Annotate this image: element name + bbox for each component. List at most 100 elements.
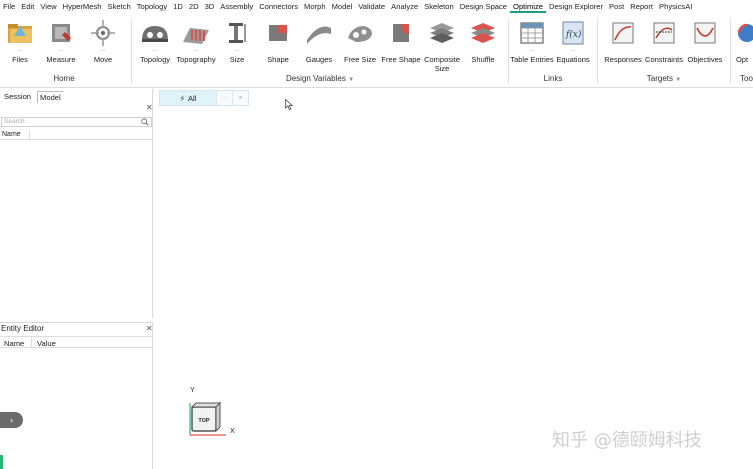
chevron-right-icon: › [10, 415, 13, 425]
status-indicator [0, 455, 3, 469]
topography-button[interactable]: ... Topography [173, 18, 219, 64]
menu-physicsai[interactable]: PhysicsAI [656, 0, 695, 13]
chevron-down-icon: ▼ [348, 77, 355, 83]
equations-button[interactable]: f(x) ... Equations [550, 18, 596, 64]
menu-report[interactable]: Report [627, 0, 656, 13]
menu-design-space[interactable]: Design Space [457, 0, 510, 13]
targets-label: Targets [646, 74, 674, 83]
shape-button[interactable]: Shape [255, 18, 301, 64]
table-icon [520, 22, 544, 44]
menu-connectors[interactable]: Connectors [256, 0, 301, 13]
topography-label: Topography [176, 55, 216, 64]
viewport-filter-bar: ⚡ All ··· » [159, 90, 249, 106]
size-icon [229, 23, 246, 43]
size-button[interactable]: ... Size [214, 18, 260, 64]
expand-panel-button[interactable]: › [0, 412, 23, 428]
design-variables-group[interactable]: Design Variables ▼ [270, 74, 370, 83]
free-shape-icon [393, 24, 409, 42]
filter-icon: ⚡ [179, 93, 185, 103]
axis-x-label: X [230, 428, 235, 435]
folder-icon [8, 24, 32, 43]
menu-design-explorer[interactable]: Design Explorer [546, 0, 606, 13]
menu-3d[interactable]: 3D [202, 0, 218, 13]
column-name[interactable]: Name [4, 339, 24, 348]
tab-model[interactable]: Model [37, 91, 63, 103]
menu-skeleton[interactable]: Skeleton [421, 0, 457, 13]
gauges-button[interactable]: Gauges [296, 18, 342, 64]
files-button[interactable]: ... Files [0, 18, 43, 64]
objectives-button[interactable]: Objectives [682, 18, 728, 64]
responses-label: Responses [604, 55, 642, 64]
constraints-button[interactable]: Constraints [641, 18, 687, 64]
menu-2d[interactable]: 2D [186, 0, 202, 13]
tab-session[interactable]: Session [2, 91, 33, 103]
topology-icon [142, 26, 168, 42]
responses-icon [612, 22, 634, 44]
filter-all-button[interactable]: ⚡ All [160, 91, 216, 105]
menu-topology[interactable]: Topology [134, 0, 170, 13]
equation-icon: f(x) [562, 21, 584, 45]
menu-assembly[interactable]: Assembly [217, 0, 256, 13]
ellipsis-icon: ··· [221, 95, 228, 101]
menu-bar: File Edit View HyperMesh Sketch Topology… [0, 0, 753, 13]
topology-button[interactable]: ... Topology [132, 18, 178, 64]
menu-optimize[interactable]: Optimize [510, 0, 546, 13]
shape-icon [269, 25, 287, 41]
optimize-icon [737, 23, 753, 42]
menu-analyze[interactable]: Analyze [388, 0, 421, 13]
menu-sketch[interactable]: Sketch [105, 0, 134, 13]
view-cube[interactable]: TOP [186, 397, 230, 441]
model-browser: Session Model ✕ Search Name [0, 89, 153, 318]
move-icon [91, 20, 115, 46]
axis-y-label: Y [190, 387, 195, 394]
composite-size-button[interactable]: Composite Size [419, 18, 465, 73]
menu-hypermesh[interactable]: HyperMesh [60, 0, 105, 13]
free-shape-button[interactable]: Free Shape [378, 18, 424, 64]
move-button[interactable]: ... Move [80, 18, 126, 64]
close-icon[interactable]: ✕ [146, 324, 153, 333]
browser-tabs: Session Model [2, 91, 63, 103]
free-size-icon [348, 26, 372, 42]
mouse-cursor-icon [285, 99, 293, 110]
menu-1d[interactable]: 1D [170, 0, 186, 13]
measure-label: Measure [46, 55, 76, 64]
menu-post[interactable]: Post [606, 0, 627, 13]
opt-button[interactable]: Opt [731, 18, 753, 64]
menu-edit[interactable]: Edit [18, 0, 37, 13]
menu-morph[interactable]: Morph [301, 0, 329, 13]
collapse-button[interactable]: » [232, 91, 248, 105]
menu-view[interactable]: View [37, 0, 59, 13]
table-entries-button[interactable]: ... Table Entries [509, 18, 555, 64]
home-group-label: Home [53, 74, 75, 83]
shuffle-button[interactable]: Shuffle [460, 18, 506, 64]
column-name[interactable]: Name [2, 131, 21, 138]
entity-column-header: Name Value [0, 336, 152, 348]
targets-group[interactable]: Targets ▼ [636, 74, 692, 83]
entity-editor: Entity Editor ✕ Name Value [0, 322, 153, 469]
links-group-label: Links [543, 74, 563, 83]
view-cube-face-label: TOP [198, 418, 210, 424]
close-icon[interactable]: ✕ [146, 103, 153, 112]
design-variables-label: Design Variables [285, 74, 346, 83]
free-size-button[interactable]: Free Size [337, 18, 383, 64]
topology-label: Topology [139, 55, 171, 64]
constraints-icon [653, 22, 675, 44]
column-value[interactable]: Value [37, 339, 56, 348]
gauges-label: Gauges [305, 55, 333, 64]
browser-column-header: Name [0, 130, 152, 140]
measure-button[interactable]: ... Measure [38, 18, 84, 64]
search-input[interactable]: Search [1, 117, 152, 127]
menu-file[interactable]: File [0, 0, 18, 13]
shape-label: Shape [267, 55, 289, 64]
menu-validate[interactable]: Validate [355, 0, 388, 13]
responses-button[interactable]: Responses [600, 18, 646, 64]
chevron-down-icon: ▼ [675, 77, 682, 83]
filter-all-label: All [187, 93, 197, 103]
tools-group-label: Too [740, 74, 753, 83]
svg-text:f(x): f(x) [565, 29, 582, 40]
search-placeholder: Search [4, 118, 25, 125]
search-icon[interactable] [141, 118, 149, 126]
more-options-button[interactable]: ··· [216, 91, 232, 105]
free-shape-label: Free Shape [381, 55, 421, 64]
menu-model[interactable]: Model [329, 0, 356, 13]
